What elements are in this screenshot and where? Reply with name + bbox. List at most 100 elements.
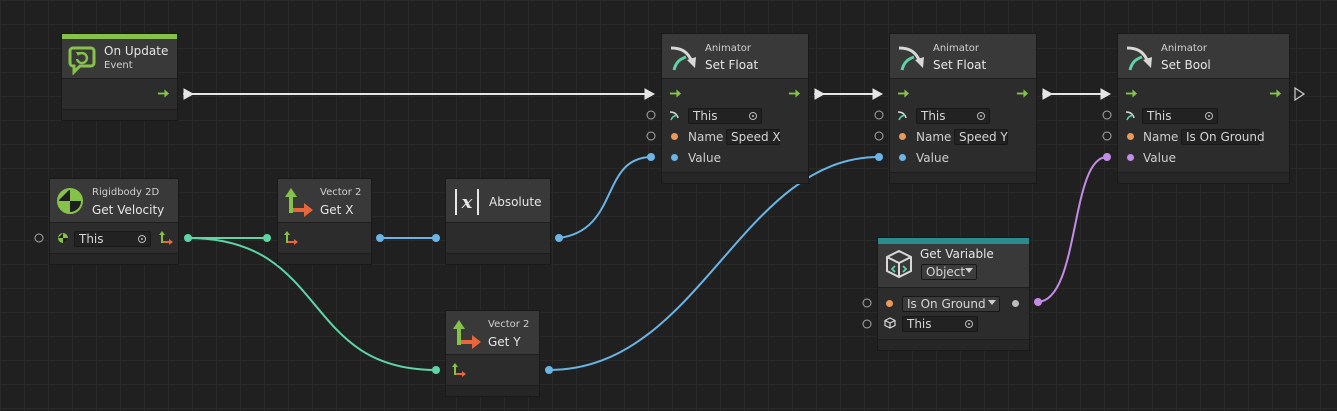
port-dot[interactable] [1103,153,1111,161]
port-dot[interactable] [875,153,883,161]
empty-port[interactable] [1102,110,1112,120]
target-value: This [79,232,104,246]
vector2-out-icon [159,231,173,245]
port-dot[interactable] [647,153,655,161]
target-value: This [907,317,932,331]
value-label: Value [688,151,721,165]
node-footer [878,339,1029,350]
flow-in-icon[interactable] [1125,88,1138,99]
target-field[interactable]: This [1142,108,1218,124]
empty-port[interactable] [862,319,872,329]
empty-port[interactable] [862,298,872,308]
flow-arrow [872,88,884,100]
rigidbody-small-icon [58,233,68,243]
name-label: Name [1143,130,1179,144]
node-header: Rigidbody 2D Get Velocity [50,179,178,223]
port-dot[interactable] [545,366,553,374]
flow-out-icon[interactable] [1269,88,1282,99]
port-dot[interactable] [184,234,192,242]
string-port-icon [886,300,893,307]
flow-output-open-arrow[interactable] [1294,86,1306,102]
port-dot[interactable] [1034,298,1042,306]
target-value: This [921,109,946,123]
string-port-icon [1127,133,1134,140]
target-field[interactable]: This [916,108,990,124]
port-dot[interactable] [263,234,271,242]
node-category: Animator [933,43,979,54]
target-picker-icon[interactable] [977,112,985,120]
node-footer [662,172,808,183]
node-footer [50,253,178,264]
port-dot[interactable] [376,234,384,242]
chevron-down-icon [988,300,996,305]
variable-name-dropdown[interactable]: Is On Ground [902,296,1000,312]
empty-port[interactable] [1102,131,1112,141]
empty-port[interactable] [874,131,884,141]
name-field[interactable]: Speed X [726,129,781,145]
cube-icon [886,249,912,279]
empty-port[interactable] [646,131,656,141]
flow-arrow [1042,88,1054,100]
node-title: Set Float [933,58,987,72]
name-label: Name [916,130,952,144]
name-field[interactable]: Speed Y [954,129,1008,145]
port-dot[interactable] [432,234,440,242]
port-dot[interactable] [555,234,563,242]
target-field[interactable]: This [902,316,978,332]
port-dot[interactable] [432,366,440,374]
node-header: Vector 2 Get Y [446,311,539,355]
flow-arrow [644,88,656,100]
float-wire [548,156,880,371]
rigidbody-icon [57,188,83,214]
animator-set-bool-node[interactable]: Animator Set Bool This Name Is On Ground… [1117,33,1290,184]
node-subtitle: Event [104,60,133,71]
animator-set-float-x-node[interactable]: Animator Set Float This Name Speed X Val… [661,33,809,184]
string-port-icon [899,133,906,140]
node-header: Animator Set Float [890,34,1036,79]
node-title: Get X [320,203,354,217]
node-footer [62,109,177,120]
target-value: This [693,109,718,123]
target-picker-icon[interactable] [749,112,757,120]
node-header: Get Variable Object [878,238,1029,288]
float-port-icon [899,154,906,161]
node-category: Vector 2 [488,319,530,330]
animator-icon [898,46,924,71]
object-out-port-icon [1012,300,1019,307]
name-field[interactable]: Is On Ground [1181,129,1265,145]
animator-set-float-y-node[interactable]: Animator Set Float This Name Speed Y Val… [889,33,1037,184]
flow-in-icon[interactable] [897,88,910,99]
vector2-get-x-node[interactable]: Vector 2 Get X [277,178,372,265]
bool-port-icon [1127,154,1134,161]
target-picker-icon[interactable] [1205,112,1213,120]
target-field[interactable]: This [688,108,762,124]
target-picker-icon[interactable] [965,320,973,328]
empty-port[interactable] [34,233,44,243]
refresh-bubble-icon [68,46,96,75]
node-footer [446,385,539,396]
node-category: Animator [705,43,751,54]
vector2-icon [285,188,313,217]
on-update-node[interactable]: On Update Event [61,33,178,121]
get-variable-node[interactable]: Get Variable Object Is On Ground This [877,237,1030,351]
variable-kind-dropdown[interactable]: Object [921,264,977,280]
vector2-in-icon [284,231,298,245]
flow-out-icon[interactable] [1016,88,1029,99]
empty-port[interactable] [646,110,656,120]
absolute-node[interactable]: x Absolute [445,178,551,265]
target-field[interactable]: This [74,231,151,247]
node-footer [278,253,371,264]
flow-in-icon[interactable] [669,88,682,99]
node-title: Get Velocity [92,203,165,217]
vector2-get-y-node[interactable]: Vector 2 Get Y [445,310,540,397]
flow-out-icon[interactable] [157,88,170,99]
value-label: Value [916,151,949,165]
flow-out-icon[interactable] [788,88,801,99]
name-label: Name [688,130,724,144]
variable-name-value: Is On Ground [907,297,986,311]
rigidbody-get-velocity-node[interactable]: Rigidbody 2D Get Velocity This [49,178,179,265]
node-title: Get Variable [920,247,994,261]
target-picker-icon[interactable] [138,235,146,243]
empty-port[interactable] [874,110,884,120]
node-footer [890,172,1036,183]
